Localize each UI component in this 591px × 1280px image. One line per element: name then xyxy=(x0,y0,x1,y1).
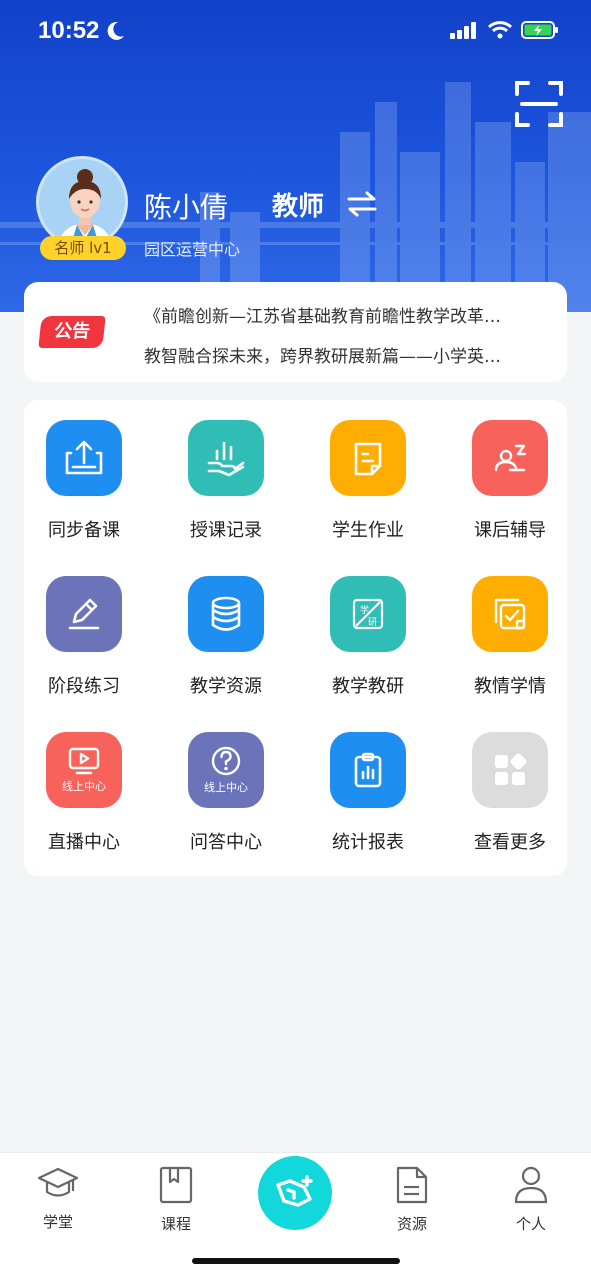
checklist-icon xyxy=(472,576,548,652)
bookmark-book-icon xyxy=(159,1166,193,1204)
user-role: 教师 xyxy=(272,192,325,222)
menu-item-label: 课后辅导 xyxy=(474,520,546,541)
menu-item-sync-lesson-prep[interactable]: 同步备课 xyxy=(24,420,144,560)
wifi-icon xyxy=(487,21,513,39)
user-name: 陈小倩 xyxy=(144,191,229,224)
function-grid: 同步备课 授课记录 学生作业 课后辅导 阶段练习 教学资源 学 研 教学教研 教… xyxy=(24,400,567,876)
menu-item-after-class-tutoring[interactable]: 课后辅导 xyxy=(450,420,570,560)
status-time: 10:52 xyxy=(38,17,100,44)
home-indicator xyxy=(192,1258,400,1264)
question-icon: 线上中心 xyxy=(188,732,264,808)
menu-item-label: 同步备课 xyxy=(48,520,120,541)
battery-icon xyxy=(521,21,558,39)
upload-tray-icon xyxy=(46,420,122,496)
tab-courses[interactable]: 课程 xyxy=(136,1165,216,1234)
person-icon xyxy=(514,1166,548,1204)
user-organization: 园区运营中心 xyxy=(144,240,241,259)
avatar[interactable] xyxy=(36,156,128,248)
notice-tag: 公告 xyxy=(38,316,106,348)
menu-item-label: 授课记录 xyxy=(190,520,262,541)
tab-personal[interactable]: 个人 xyxy=(491,1165,571,1234)
tab-xuetang[interactable]: 学堂 xyxy=(18,1165,98,1232)
svg-text:学: 学 xyxy=(360,604,369,616)
menu-item-label: 问答中心 xyxy=(190,832,262,853)
level-badge: 名师 lv1 xyxy=(40,236,126,260)
document-icon xyxy=(396,1166,428,1204)
menu-item-label: 教学教研 xyxy=(332,676,404,697)
menu-item-teaching-records[interactable]: 授课记录 xyxy=(166,420,286,560)
tutor-icon xyxy=(472,420,548,496)
menu-item-label: 教情学情 xyxy=(474,676,546,697)
notice-item[interactable]: 《前瞻创新—江苏省基础教育前瞻性教学改革… xyxy=(144,302,554,327)
menu-item-live-center[interactable]: 线上中心 直播中心 xyxy=(24,732,144,872)
tab-label: 资源 xyxy=(396,1215,427,1233)
moon-icon xyxy=(107,21,124,40)
center-action-button[interactable] xyxy=(258,1156,332,1230)
live-tv-icon: 线上中心 xyxy=(46,732,122,808)
menu-item-stage-practice[interactable]: 阶段练习 xyxy=(24,576,144,716)
tab-resources[interactable]: 资源 xyxy=(372,1165,452,1234)
database-icon xyxy=(188,576,264,652)
menu-item-qa-center[interactable]: 线上中心 问答中心 xyxy=(166,732,286,872)
menu-item-label: 阶段练习 xyxy=(48,676,120,697)
menu-item-teaching-resources[interactable]: 教学资源 xyxy=(166,576,286,716)
more-apps-icon xyxy=(472,732,548,808)
clipboard-chart-icon xyxy=(330,732,406,808)
notice-item[interactable]: 教智融合探未来，跨界教研展新篇——小学英… xyxy=(144,342,554,367)
menu-item-teaching-research[interactable]: 学 研 教学教研 xyxy=(308,576,428,716)
menu-item-label: 统计报表 xyxy=(332,832,404,853)
menu-item-label: 直播中心 xyxy=(48,832,120,853)
note-icon xyxy=(330,420,406,496)
menu-item-student-homework[interactable]: 学生作业 xyxy=(308,420,428,560)
ai-center-icon xyxy=(276,1175,313,1207)
menu-item-statistics-report[interactable]: 统计报表 xyxy=(308,732,428,872)
graduation-cap-icon xyxy=(37,1167,79,1197)
signal-icon xyxy=(450,22,476,39)
qa-tile-caption: 线上中心 xyxy=(204,781,248,794)
hand-chart-icon xyxy=(188,420,264,496)
status-bar: 10:52 xyxy=(0,0,591,64)
menu-item-view-more[interactable]: 查看更多 xyxy=(450,732,570,872)
tab-label: 学堂 xyxy=(42,1213,73,1231)
live-tile-caption: 线上中心 xyxy=(62,780,106,793)
scan-icon[interactable] xyxy=(514,80,564,128)
svg-text:研: 研 xyxy=(368,617,377,628)
research-icon: 学 研 xyxy=(330,576,406,652)
menu-item-label: 教学资源 xyxy=(190,676,262,697)
pencil-icon xyxy=(46,576,122,652)
menu-item-teaching-learning-status[interactable]: 教情学情 xyxy=(450,576,570,716)
tab-label: 课程 xyxy=(160,1215,191,1233)
menu-item-label: 学生作业 xyxy=(332,520,404,541)
menu-item-label: 查看更多 xyxy=(474,832,546,853)
switch-role-icon[interactable] xyxy=(346,190,378,218)
tab-label: 个人 xyxy=(515,1215,546,1233)
notice-card[interactable]: 公告 《前瞻创新—江苏省基础教育前瞻性教学改革… 教智融合探未来，跨界教研展新篇… xyxy=(24,282,567,382)
